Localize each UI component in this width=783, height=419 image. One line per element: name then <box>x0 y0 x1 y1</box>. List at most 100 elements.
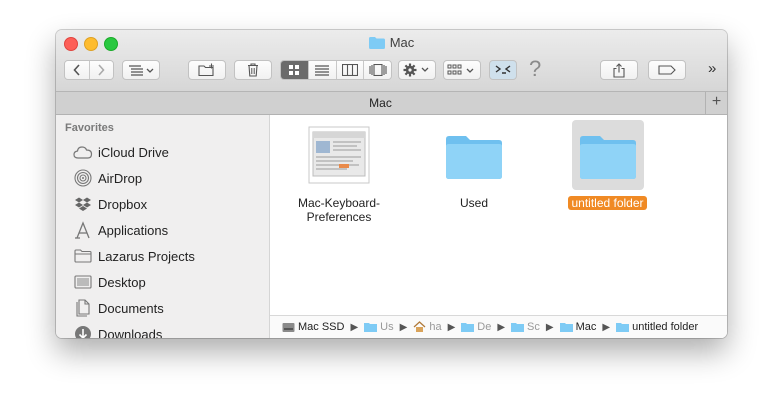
file-name: Used <box>459 196 488 210</box>
downloads-icon <box>73 325 93 338</box>
tab-bar: Mac + <box>56 92 727 115</box>
gear-icon <box>403 63 429 77</box>
new-tab-button[interactable]: + <box>706 92 727 114</box>
help-icon[interactable]: ? <box>529 56 541 82</box>
folder-icon <box>368 37 385 52</box>
group-button[interactable] <box>443 60 481 80</box>
path-item-label: Us <box>380 321 394 333</box>
sidebar-item-label: Documents <box>98 300 164 316</box>
folder-icon <box>559 323 573 332</box>
sidebar-item-dropbox[interactable]: Dropbox <box>73 193 147 215</box>
chevron-right-icon <box>98 64 105 76</box>
action-button[interactable] <box>398 60 436 80</box>
sidebar-item-icloud-drive[interactable]: iCloud Drive <box>73 141 169 163</box>
sidebar-item-documents[interactable]: Documents <box>73 297 164 319</box>
sidebar-item-downloads[interactable]: Downloads <box>73 323 162 338</box>
path-item-home[interactable]: ha <box>413 321 442 333</box>
file-item-untitled-folder[interactable]: untitled folder <box>541 119 674 210</box>
sidebar-item-label: Desktop <box>98 274 146 290</box>
forward-button[interactable] <box>89 61 113 79</box>
path-separator: ▶ <box>602 321 611 333</box>
sidebar-item-lazarus-projects[interactable]: Lazarus Projects <box>73 245 195 267</box>
folder-icon <box>364 323 378 332</box>
folder-icon <box>511 323 525 332</box>
sidebar-item-label: Dropbox <box>98 196 148 212</box>
list-arrange-icon <box>129 65 154 76</box>
path-bar: Mac SSD ▶ Us ▶ ha ▶ De ▶ Sc ▶ Mac ▶ unti… <box>270 315 727 338</box>
path-item-label: Mac SSD <box>298 321 345 333</box>
cloud-icon <box>73 143 93 161</box>
list-view-button[interactable] <box>308 61 337 79</box>
icon-view-button[interactable] <box>281 61 309 79</box>
icon-view-icon <box>289 65 300 75</box>
file-name-selected: untitled folder <box>568 196 647 210</box>
path-separator: ▶ <box>545 321 554 333</box>
hard-drive-icon <box>282 322 295 332</box>
tag-icon <box>658 65 676 75</box>
sidebar-item-airdrop[interactable]: AirDrop <box>73 167 142 189</box>
sidebar-item-desktop[interactable]: Desktop <box>73 271 146 293</box>
new-folder-icon <box>198 63 214 77</box>
list-view-icon <box>315 64 330 76</box>
share-icon <box>613 62 625 78</box>
share-button[interactable] <box>600 60 638 80</box>
new-folder-button[interactable] <box>188 60 226 80</box>
file-item-used[interactable]: Used <box>409 119 539 210</box>
trash-button[interactable] <box>234 60 272 80</box>
gallery-view-button[interactable] <box>364 61 391 79</box>
column-view-icon <box>341 64 358 76</box>
cover-flow-icon <box>369 64 387 76</box>
sidebar-header: Favorites <box>65 122 114 134</box>
sidebar: Favorites iCloud Drive AirDrop Dropbox A… <box>56 115 270 338</box>
path-item-label: untitled folder <box>632 321 699 333</box>
path-separator: ▶ <box>399 321 408 333</box>
path-separator: ▶ <box>447 321 456 333</box>
toolbar-overflow-button[interactable]: » <box>708 60 716 77</box>
desktop-icon <box>73 273 93 291</box>
arrange-button[interactable] <box>122 60 160 80</box>
path-item-sc[interactable]: Sc <box>511 321 540 333</box>
path-separator: ▶ <box>350 321 359 333</box>
terminal-button[interactable] <box>489 60 517 80</box>
folder-icon <box>571 120 644 190</box>
terminal-icon <box>495 65 511 74</box>
sidebar-item-applications[interactable]: Applications <box>73 219 168 241</box>
path-item-desktop[interactable]: De <box>461 321 491 333</box>
home-icon <box>413 321 426 332</box>
sidebar-item-label: Lazarus Projects <box>98 248 195 264</box>
back-button[interactable] <box>65 61 90 79</box>
sidebar-item-label: AirDrop <box>98 170 143 186</box>
path-item-label: De <box>477 321 492 333</box>
window-title: Mac <box>56 35 727 52</box>
image-file-icon <box>307 124 371 186</box>
file-name-line2: Preferences <box>306 210 372 224</box>
sidebar-item-label: Downloads <box>98 326 163 339</box>
title-bar: Mac ? » <box>56 30 727 92</box>
column-view-button[interactable] <box>336 61 365 79</box>
folder-icon <box>73 247 93 265</box>
nav-buttons <box>64 60 114 80</box>
folder-icon <box>442 124 506 186</box>
path-item-users[interactable]: Us <box>364 321 394 333</box>
window-title-text: Mac <box>389 35 415 50</box>
path-item-mac-ssd[interactable]: Mac SSD <box>282 321 344 333</box>
sidebar-item-label: iCloud Drive <box>98 144 169 160</box>
tab-mac[interactable]: Mac <box>56 92 706 114</box>
file-name: Mac-Keyboard- <box>297 196 381 210</box>
tags-button[interactable] <box>648 60 686 80</box>
sidebar-item-label: Applications <box>98 222 169 238</box>
file-browser: Mac-Keyboard- Preferences Used untitled … <box>270 115 727 338</box>
file-item-mac-keyboard-preferences[interactable]: Mac-Keyboard- Preferences <box>274 119 404 224</box>
applications-icon <box>73 221 93 239</box>
documents-icon <box>73 299 93 317</box>
chevron-left-icon <box>73 64 80 76</box>
finder-window: Mac ? » Mac + Favorites iCloud Drive Air… <box>56 30 727 338</box>
path-item-untitled-folder[interactable]: untitled folder <box>616 321 698 333</box>
path-item-mac[interactable]: Mac <box>559 321 597 333</box>
path-item-label: ha <box>429 321 442 333</box>
path-item-label: Mac <box>575 321 597 333</box>
folder-icon <box>461 323 475 332</box>
folder-icon <box>616 323 630 332</box>
dropbox-icon <box>73 195 93 213</box>
view-mode-control <box>280 60 392 80</box>
